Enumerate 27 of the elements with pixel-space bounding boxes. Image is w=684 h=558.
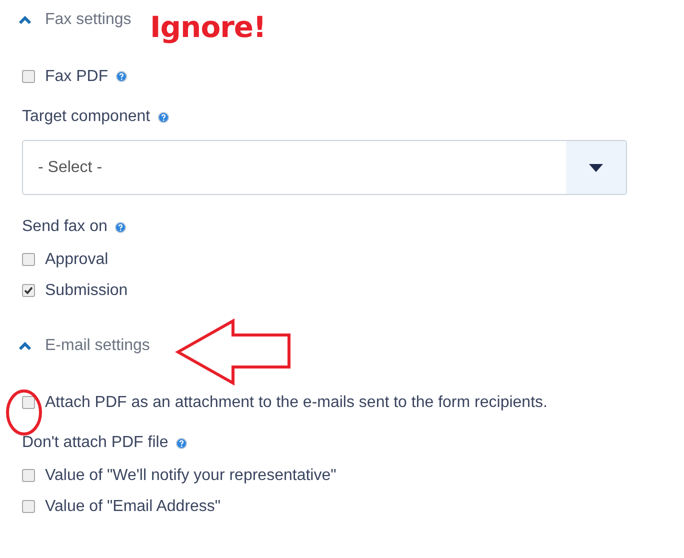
checkbox-label[interactable]: Attach PDF as an attachment to the e-mails sent to the form recipients. [45, 390, 548, 414]
checkbox-label[interactable]: Submission [45, 278, 128, 302]
circle-annotation-icon [5, 389, 43, 436]
caret-down-icon [589, 164, 603, 172]
field-label: Don't attach PDF file [22, 433, 168, 453]
help-icon[interactable] [116, 71, 128, 82]
help-icon[interactable] [176, 438, 188, 448]
checkbox[interactable] [22, 396, 35, 409]
checkbox[interactable] [22, 469, 35, 482]
checkbox[interactable] [22, 70, 35, 83]
checkbox-label[interactable]: Fax PDF [45, 64, 108, 88]
arrow-icon [175, 318, 293, 386]
checkbox-label[interactable]: Approval [45, 248, 108, 272]
help-icon[interactable] [115, 222, 126, 232]
checkbox-label[interactable]: Value of "Email Address" [45, 494, 221, 518]
section-header[interactable]: Fax settings [18, 8, 132, 32]
section-header[interactable]: E-mail settings [18, 334, 150, 358]
field-label: Target component [22, 107, 150, 127]
annotation-text: Ignore! [150, 9, 266, 46]
select-value: - Select - [37, 158, 104, 178]
checkbox[interactable] [22, 500, 35, 513]
help-icon[interactable] [158, 112, 170, 122]
checkbox-label[interactable]: Value of "We'll notify your representative" [45, 464, 336, 488]
checkbox[interactable] [22, 284, 35, 297]
checkbox[interactable] [22, 253, 35, 266]
field-label: Send fax on [22, 217, 108, 237]
select-dropdown[interactable]: - Select - [22, 140, 627, 195]
